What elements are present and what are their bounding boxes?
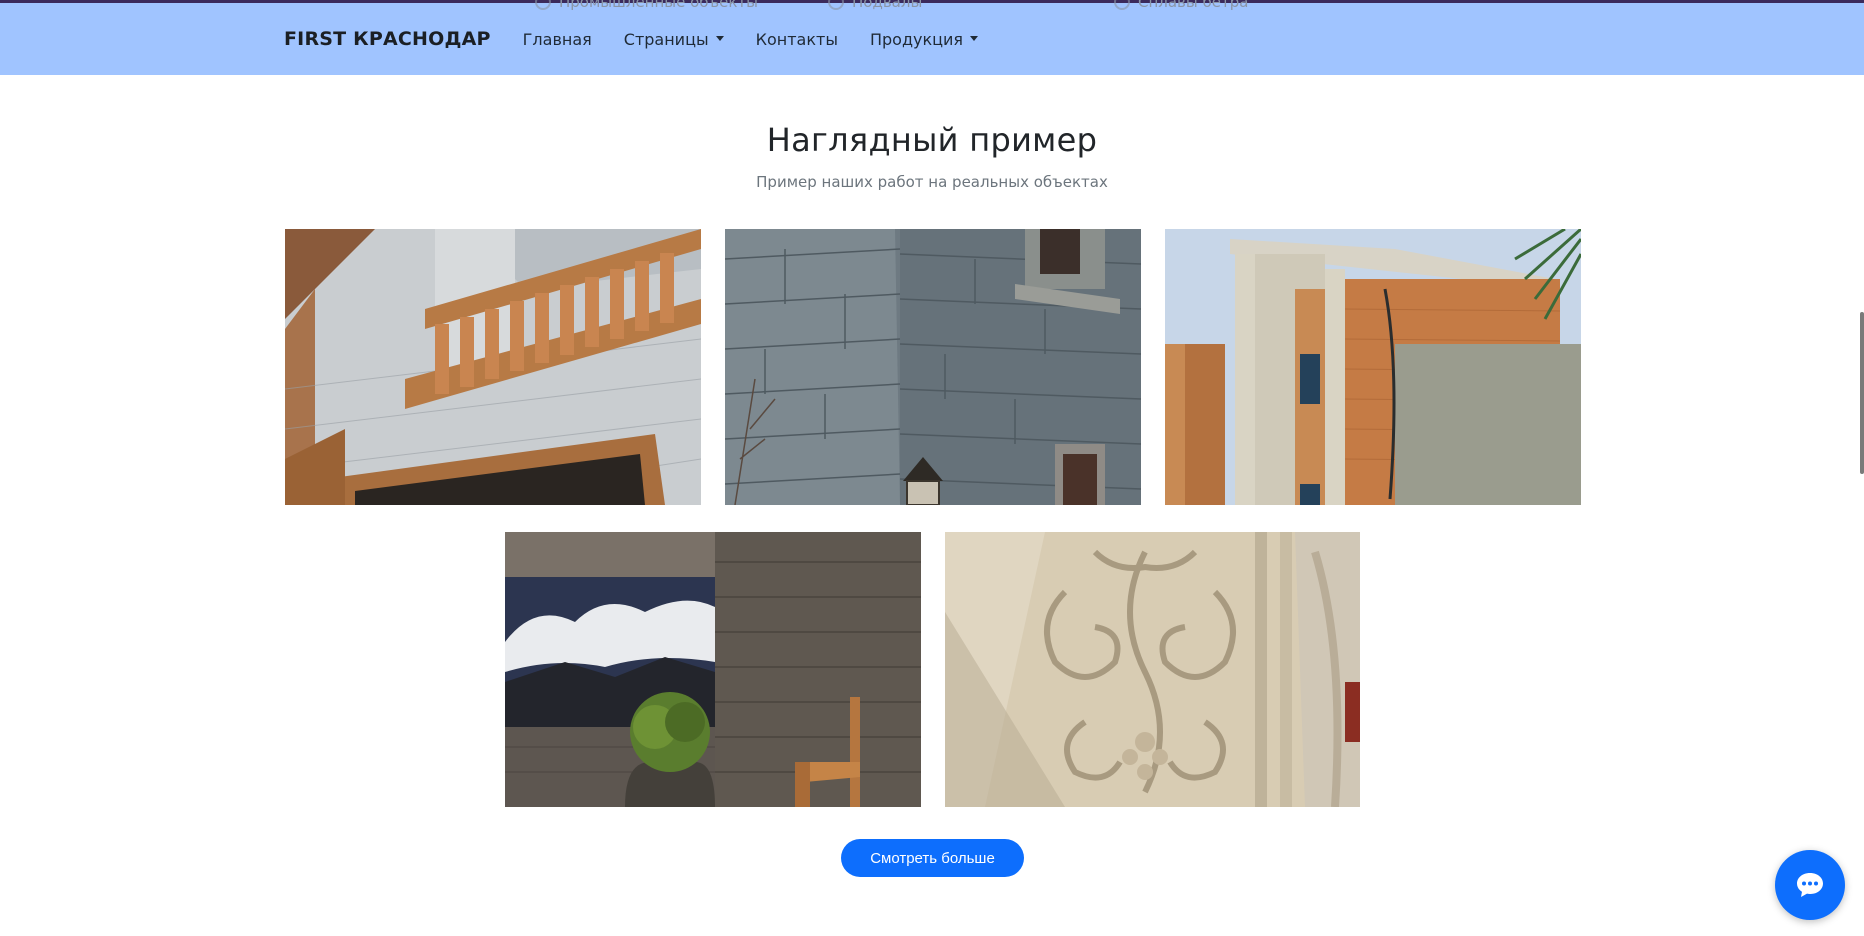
peek-item: Сплавы бетра bbox=[1114, 0, 1248, 11]
terrace-wood-panels-photo[interactable] bbox=[505, 532, 921, 807]
nav-link-home[interactable]: Главная bbox=[523, 30, 592, 49]
nav-link-label: Страницы bbox=[623, 29, 709, 49]
balcony-balustrade-photo[interactable] bbox=[285, 229, 701, 505]
ornamental-relief-photo[interactable] bbox=[945, 532, 1360, 807]
nav-link-pages[interactable]: Страницы bbox=[624, 30, 724, 49]
nav-link-label: Продукция bbox=[869, 29, 964, 49]
nav-link-contacts[interactable]: Контакты bbox=[756, 30, 838, 49]
villa-facade-photo[interactable] bbox=[1165, 229, 1581, 505]
chat-bubble-icon bbox=[1797, 873, 1823, 897]
nav-link-label: Главная bbox=[522, 29, 592, 49]
nav-link-products[interactable]: Продукция bbox=[869, 29, 979, 49]
caret-down-icon bbox=[715, 35, 724, 41]
brand-logo[interactable]: FIRST КРАСНОДАР bbox=[284, 28, 491, 50]
navbar: Промышленные объекты Подвалы Сплавы бетр… bbox=[0, 0, 1864, 75]
stone-wall-corner-photo[interactable] bbox=[725, 229, 1141, 505]
section-subtitle: Пример наших работ на реальных объектах bbox=[756, 173, 1108, 191]
chat-button[interactable] bbox=[1775, 850, 1845, 920]
section-title: Наглядный пример bbox=[766, 121, 1098, 159]
see-more-button[interactable]: Смотреть больше bbox=[841, 839, 1024, 877]
caret-down-icon bbox=[970, 35, 979, 41]
nav-link-label: Контакты bbox=[755, 29, 838, 49]
scrollbar-thumb[interactable] bbox=[1860, 312, 1864, 474]
